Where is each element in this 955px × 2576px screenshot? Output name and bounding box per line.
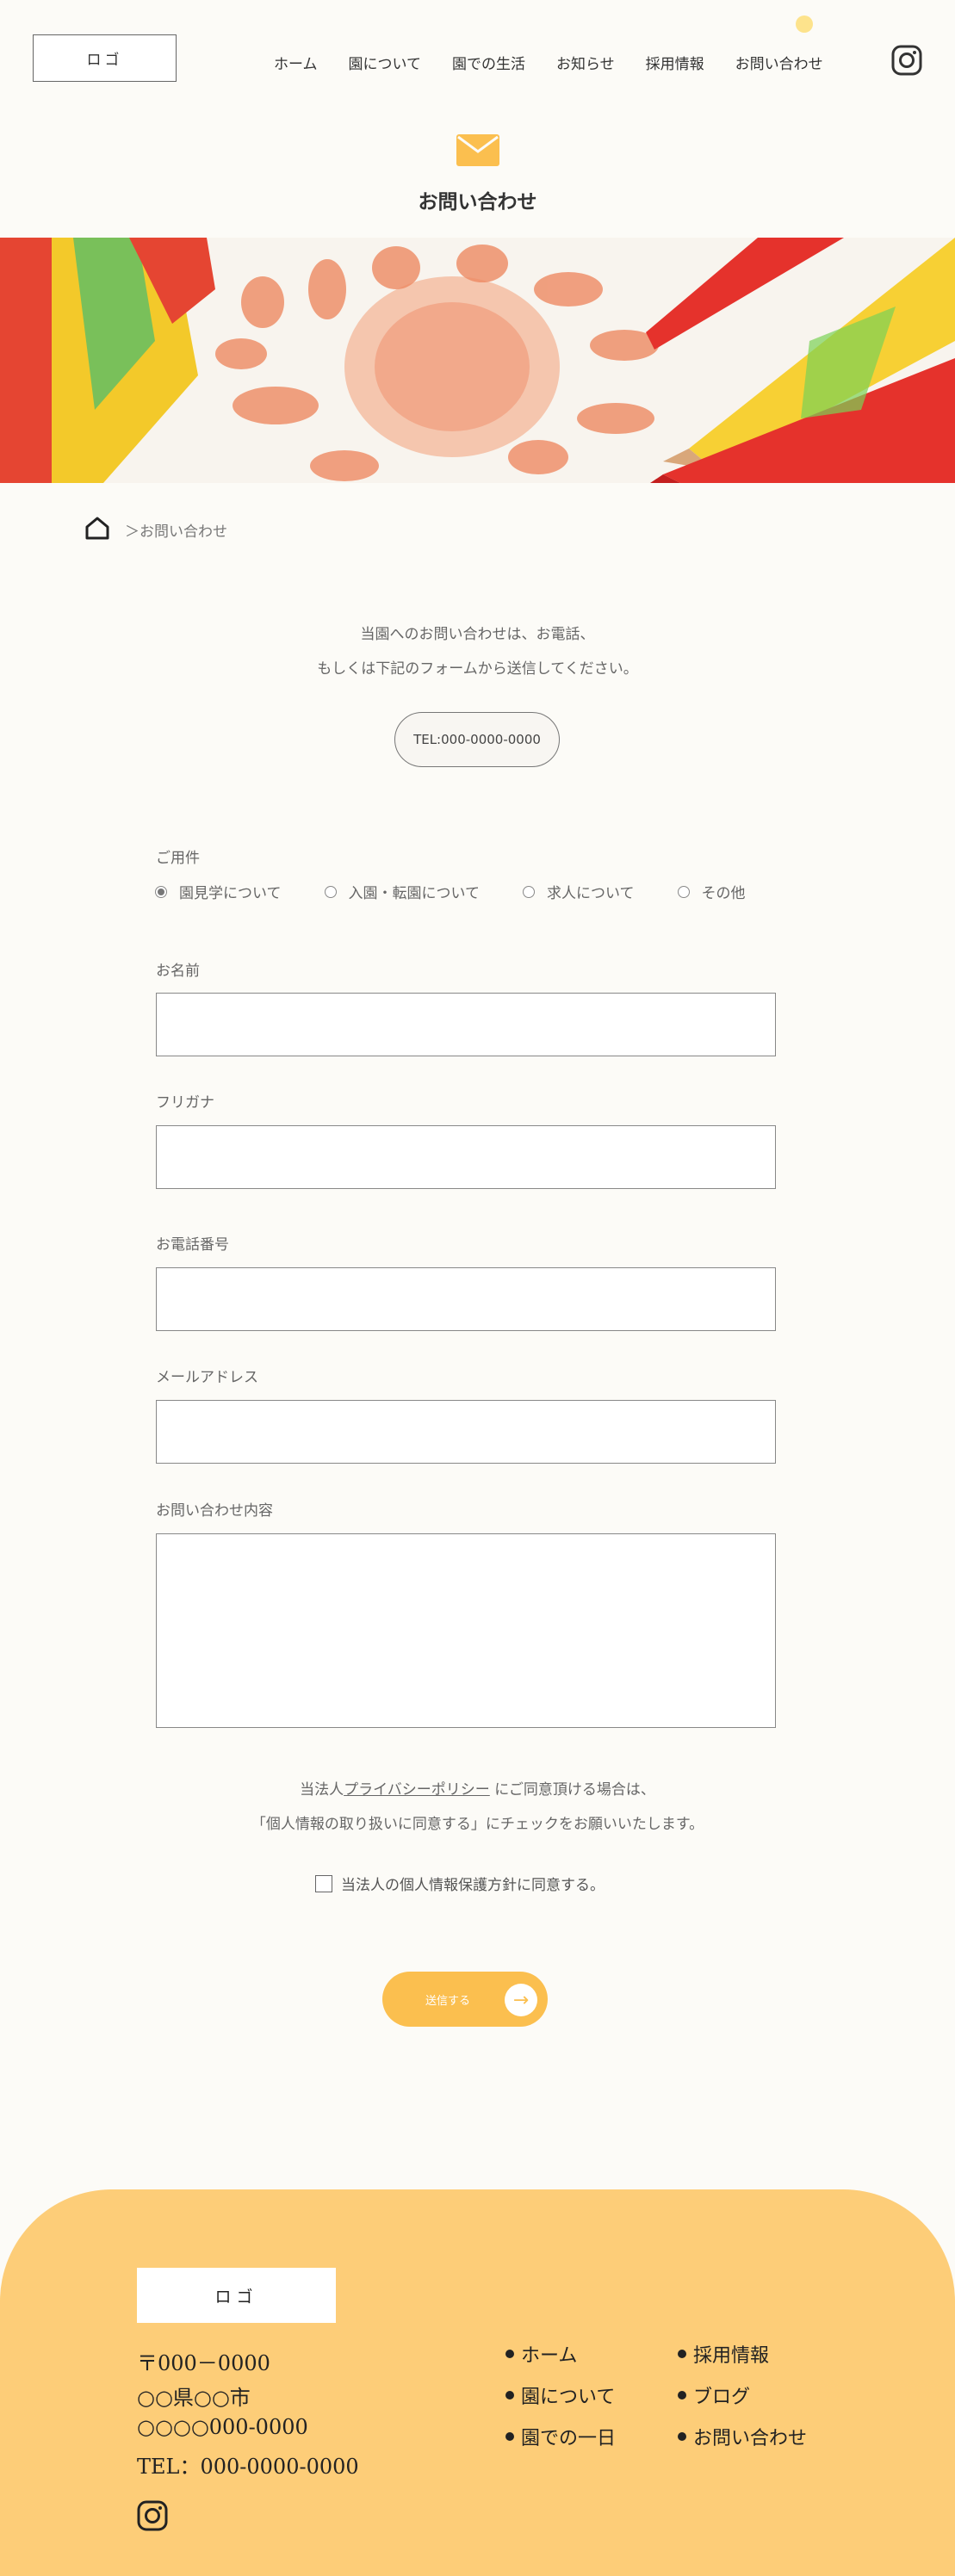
page-title: お問い合わせ (418, 191, 537, 214)
purpose-option-enroll[interactable]: 入園・転園について (324, 881, 481, 902)
footer-link-blog[interactable]: ブログ (678, 2381, 750, 2409)
footer-tel: TEL：000-0000-0000 (137, 2455, 359, 2479)
purpose-option-other[interactable]: その他 (677, 881, 746, 902)
footer-postal: 〒000－0000 (137, 2351, 270, 2375)
radio-button[interactable] (324, 885, 337, 898)
policy-suffix: にご同意頂ける場合は、 (494, 1781, 655, 1799)
global-nav: ホーム 園について 園での生活 お知らせ 採用情報 お問い合わせ (274, 52, 854, 73)
footer-street: ○○○○000-0000 (137, 2415, 308, 2439)
footer-link-day[interactable]: 園での一日 (505, 2423, 616, 2450)
privacy-policy-link[interactable]: プライバシーポリシー (344, 1781, 490, 1799)
footer-link-recruit[interactable]: 採用情報 (678, 2340, 769, 2368)
tel-button[interactable]: TEL:000-0000-0000 (394, 712, 560, 767)
intro-line-1: 当園へのお問い合わせは、お電話、 (360, 626, 595, 643)
policy-line-1: 当法人プライバシーポリシー にご同意頂ける場合は、 (0, 1777, 955, 1799)
radio-button[interactable] (523, 885, 535, 898)
arrow-right-icon: → (505, 1984, 537, 2016)
submit-button[interactable]: 送信する → (382, 1972, 548, 2027)
radio-label: 求人について (547, 885, 635, 902)
radio-button[interactable] (155, 885, 167, 898)
submit-label: 送信する (425, 1994, 471, 2008)
agree-checkbox[interactable] (315, 1874, 332, 1892)
email-field[interactable] (156, 1400, 776, 1464)
breadcrumb: ＞お問い合わせ (125, 523, 227, 541)
footer-link-about[interactable]: 園について (505, 2381, 615, 2409)
nav-contact[interactable]: お問い合わせ (735, 52, 823, 73)
phone-field[interactable] (156, 1267, 776, 1331)
nav-about[interactable]: 園について (349, 52, 422, 73)
radio-label: その他 (701, 885, 746, 902)
policy-prefix: 当法人 (300, 1781, 344, 1799)
name-label: お名前 (156, 963, 200, 980)
agree-checkbox-row[interactable]: 当法人の個人情報保護方針に同意する。 (315, 1873, 605, 1894)
purpose-label: ご用件 (156, 850, 200, 867)
radio-label: 園見学について (179, 885, 282, 902)
home-icon[interactable] (84, 515, 110, 541)
radio-button[interactable] (677, 885, 690, 898)
kana-label: フリガナ (156, 1094, 214, 1112)
header-logo[interactable]: ロゴ (33, 34, 177, 82)
name-field[interactable] (156, 993, 776, 1056)
footer-link-home[interactable]: ホーム (505, 2340, 577, 2368)
policy-line-2: 「個人情報の取り扱いに同意する」にチェックをお願いいたします。 (251, 1816, 704, 1833)
agree-label: 当法人の個人情報保護方針に同意する。 (341, 1877, 605, 1894)
instagram-icon[interactable] (137, 2500, 168, 2531)
email-label: メールアドレス (156, 1369, 258, 1386)
kana-field[interactable] (156, 1125, 776, 1189)
instagram-icon[interactable] (891, 45, 922, 76)
radio-label: 入園・転園について (348, 885, 481, 902)
message-field[interactable] (156, 1533, 776, 1728)
mail-icon (456, 134, 499, 166)
intro-line-2: もしくは下記のフォームから送信してください。 (317, 660, 638, 678)
phone-label: お電話番号 (156, 1236, 229, 1254)
nav-active-dot (796, 15, 813, 33)
hero-image (0, 238, 955, 483)
purpose-option-visit[interactable]: 園見学について (155, 881, 282, 902)
nav-news[interactable]: お知らせ (556, 52, 615, 73)
purpose-option-jobs[interactable]: 求人について (523, 881, 635, 902)
footer-logo[interactable]: ロゴ (137, 2268, 336, 2323)
nav-life[interactable]: 園での生活 (452, 52, 525, 73)
nav-recruit[interactable]: 採用情報 (646, 52, 704, 73)
footer-city: ○○県○○市 (137, 2386, 251, 2410)
footer-link-contact[interactable]: お問い合わせ (678, 2423, 807, 2450)
nav-home[interactable]: ホーム (274, 52, 318, 73)
message-label: お問い合わせ内容 (156, 1502, 273, 1520)
purpose-radio-group: 園見学について 入園・転園について 求人について その他 (155, 881, 789, 902)
